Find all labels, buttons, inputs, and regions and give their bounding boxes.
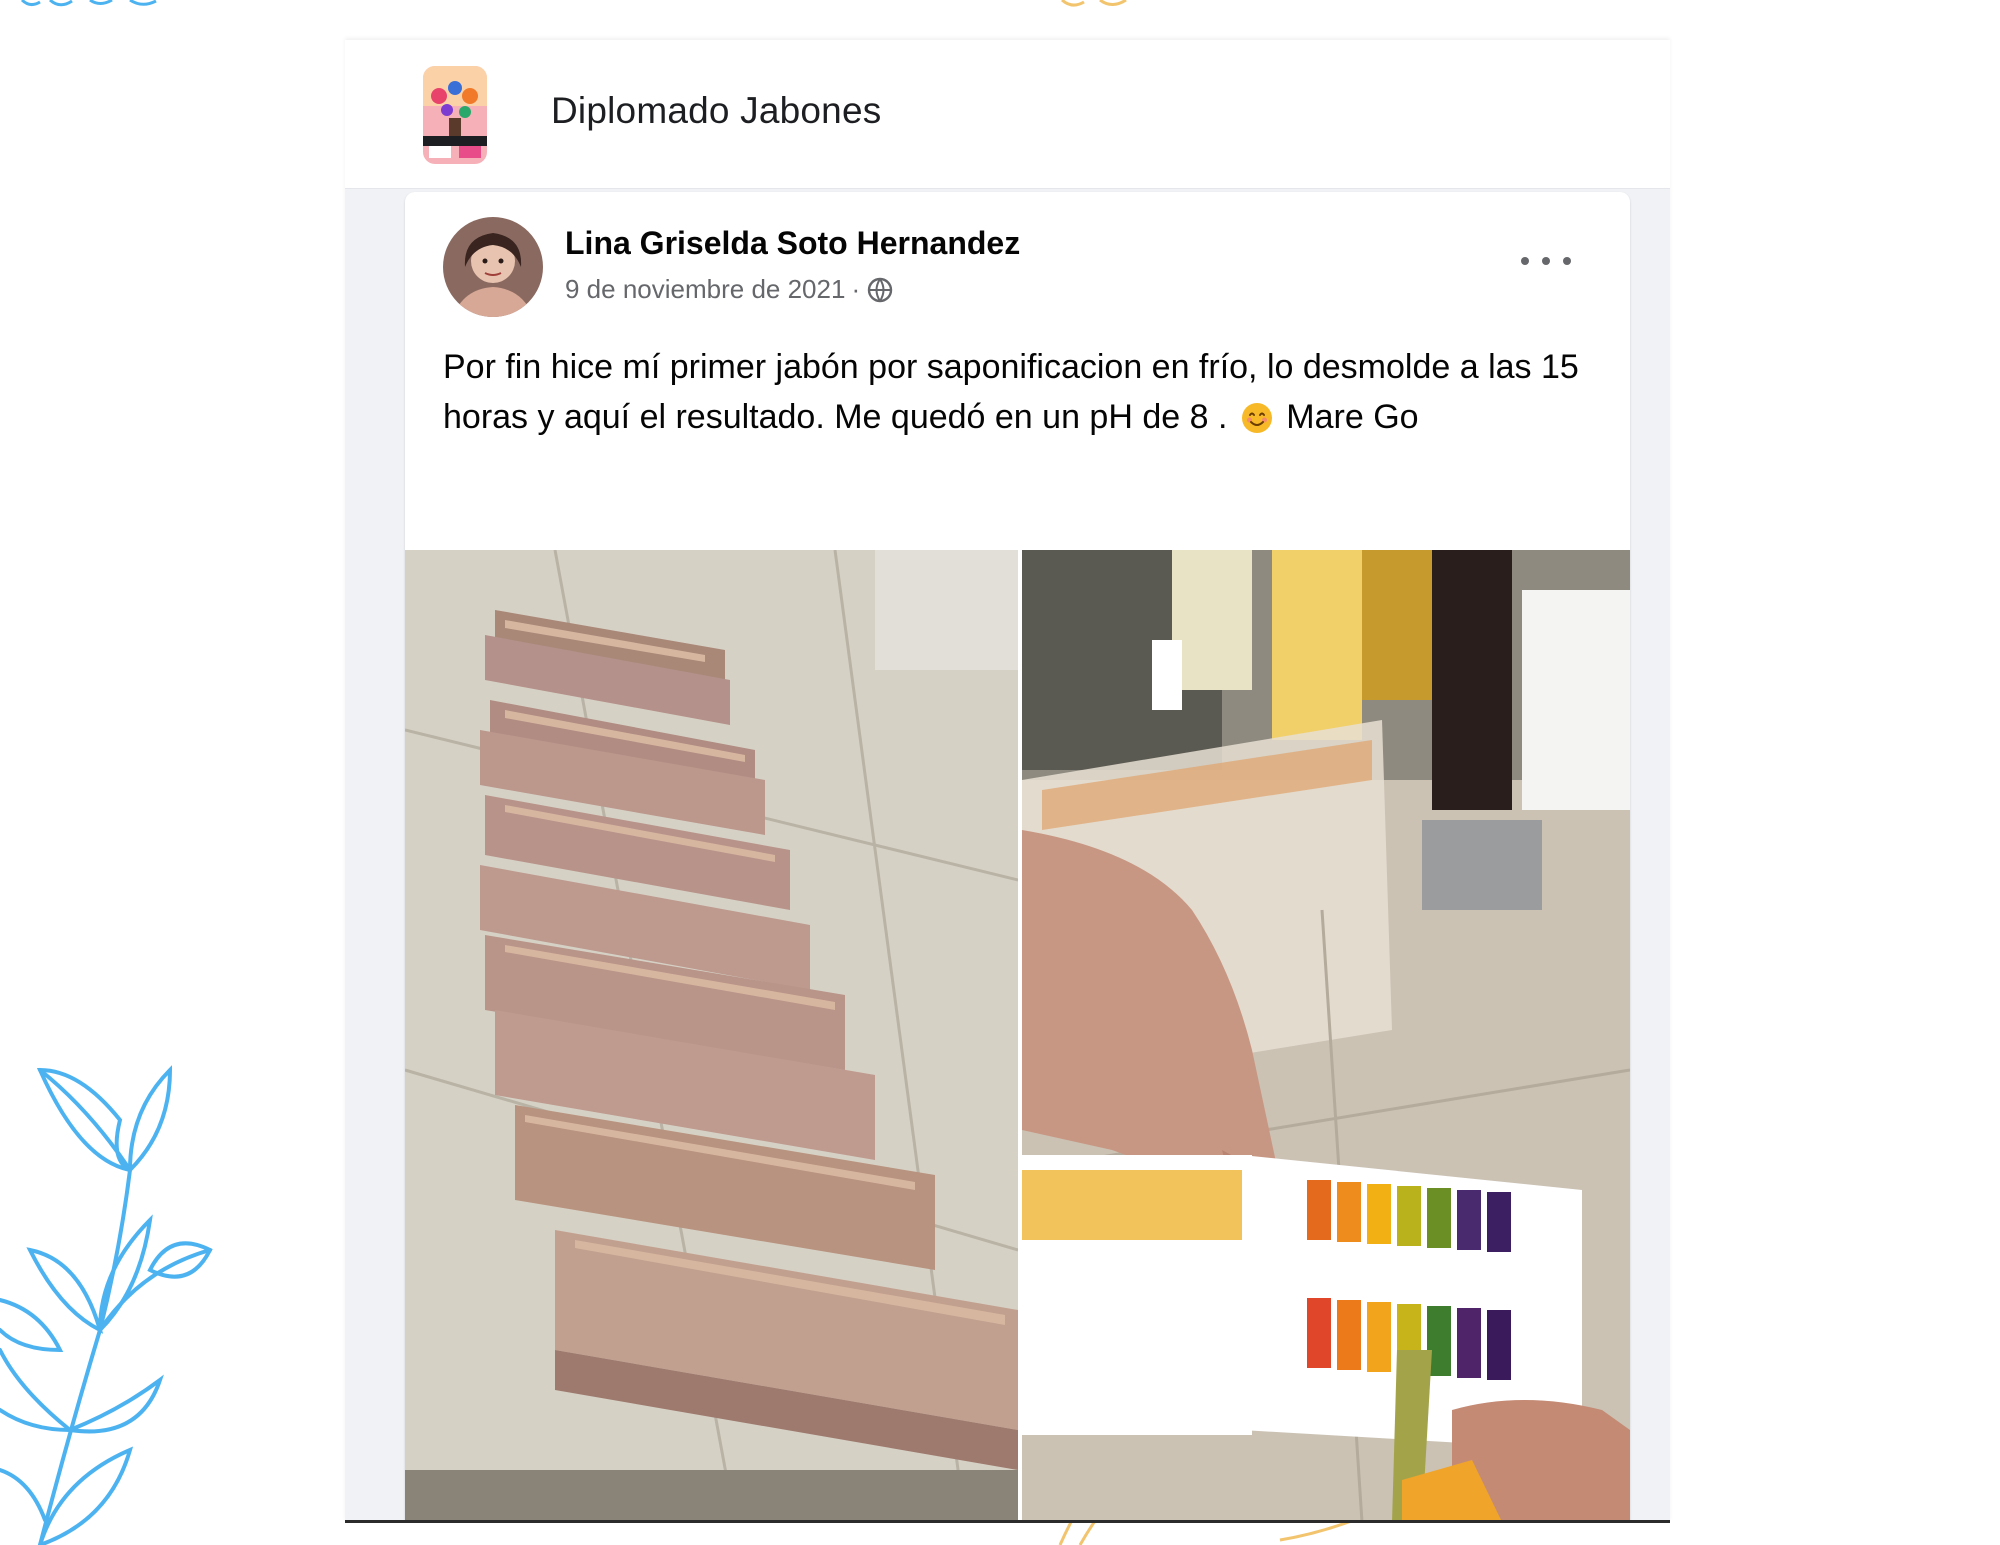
- soap-bars-photo[interactable]: [405, 550, 1018, 1522]
- meta-separator: ·: [851, 274, 861, 304]
- decorative-leaves-illustration: [0, 1065, 213, 1545]
- post-card: Lina Griselda Soto Hernandez 9 de noviem…: [405, 192, 1630, 1522]
- author-name[interactable]: Lina Griselda Soto Hernandez: [565, 225, 1020, 262]
- author-avatar[interactable]: [443, 217, 543, 317]
- group-avatar[interactable]: [423, 66, 487, 164]
- bottom-divider: [345, 1520, 1670, 1523]
- post-text: Por fin hice mí primer jabón por saponif…: [443, 342, 1603, 442]
- post-text-mention[interactable]: Mare Go: [1277, 398, 1418, 436]
- globe-icon: [867, 277, 893, 302]
- group-header: Diplomado Jabones: [345, 40, 1670, 189]
- post-date[interactable]: 9 de noviembre de 2021: [565, 274, 845, 305]
- smiling-face-emoji: [1241, 403, 1272, 433]
- decorative-gold-fragment: [1060, 0, 1127, 7]
- facebook-group-post-screenshot: Diplomado Jabones Lina Griselda Soto Her…: [345, 40, 1670, 1522]
- group-name[interactable]: Diplomado Jabones: [551, 90, 881, 132]
- post-meta: 9 de noviembre de 2021 ·: [565, 274, 894, 305]
- decorative-leaf-fragment: [20, 0, 157, 7]
- more-options-icon[interactable]: [1521, 250, 1571, 272]
- ph-test-strip-photo[interactable]: [1022, 550, 1630, 1522]
